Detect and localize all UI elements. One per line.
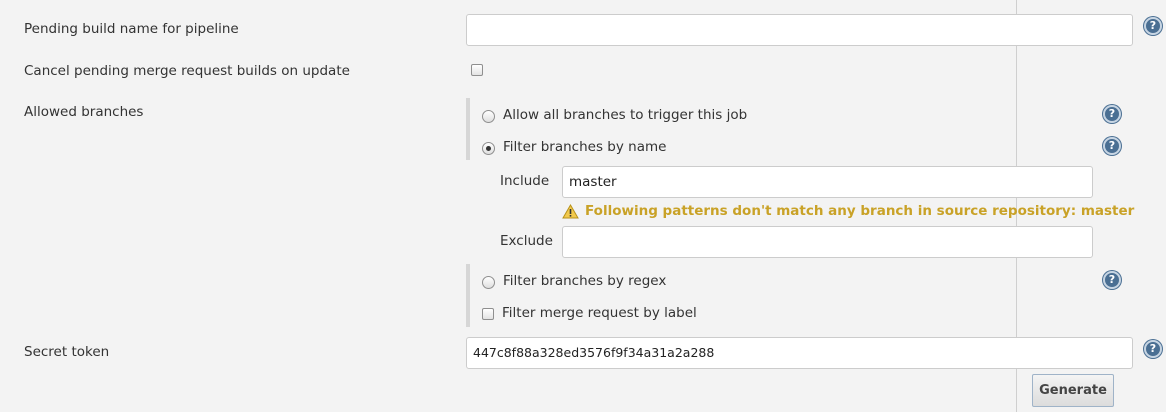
cancel-pending-label: Cancel pending merge request builds on u… (24, 63, 350, 79)
exclude-input[interactable] (562, 226, 1093, 258)
filter-by-name-label: Filter branches by name (503, 139, 667, 155)
include-input[interactable]: master (562, 166, 1093, 198)
help-icon[interactable]: ? (1103, 271, 1121, 289)
cancel-pending-checkbox[interactable] (471, 64, 483, 76)
secret-token-label: Secret token (24, 344, 110, 360)
generate-button[interactable]: Generate (1032, 374, 1114, 407)
exclude-label: Exclude (500, 233, 553, 249)
option-group-bar (466, 264, 470, 327)
jenkins-config-form: Pending build name for pipeline ? Cancel… (0, 0, 1166, 412)
secret-token-input[interactable]: 447c8f88a328ed3576f9f34a31a2a288 (466, 337, 1133, 369)
branch-pattern-warning: Following patterns don't match any branc… (585, 203, 1135, 219)
radio-filter-by-name[interactable] (482, 142, 495, 155)
pending-build-name-label: Pending build name for pipeline (24, 21, 239, 37)
help-icon[interactable]: ? (1144, 17, 1162, 35)
filter-by-label-text: Filter merge request by label (502, 305, 697, 321)
radio-filter-by-regex[interactable] (482, 276, 495, 289)
filter-by-regex-label: Filter branches by regex (503, 273, 667, 289)
pending-build-name-input[interactable] (466, 14, 1133, 46)
allow-all-branches-label: Allow all branches to trigger this job (503, 107, 748, 123)
include-label: Include (500, 173, 550, 189)
radio-allow-all-branches[interactable] (482, 110, 495, 123)
filter-by-label-checkbox[interactable] (482, 308, 494, 320)
help-icon[interactable]: ? (1144, 340, 1162, 358)
option-group-bar (466, 98, 470, 160)
warning-icon (562, 204, 579, 219)
help-icon[interactable]: ? (1103, 137, 1121, 155)
help-icon[interactable]: ? (1103, 105, 1121, 123)
allowed-branches-label: Allowed branches (24, 104, 144, 120)
